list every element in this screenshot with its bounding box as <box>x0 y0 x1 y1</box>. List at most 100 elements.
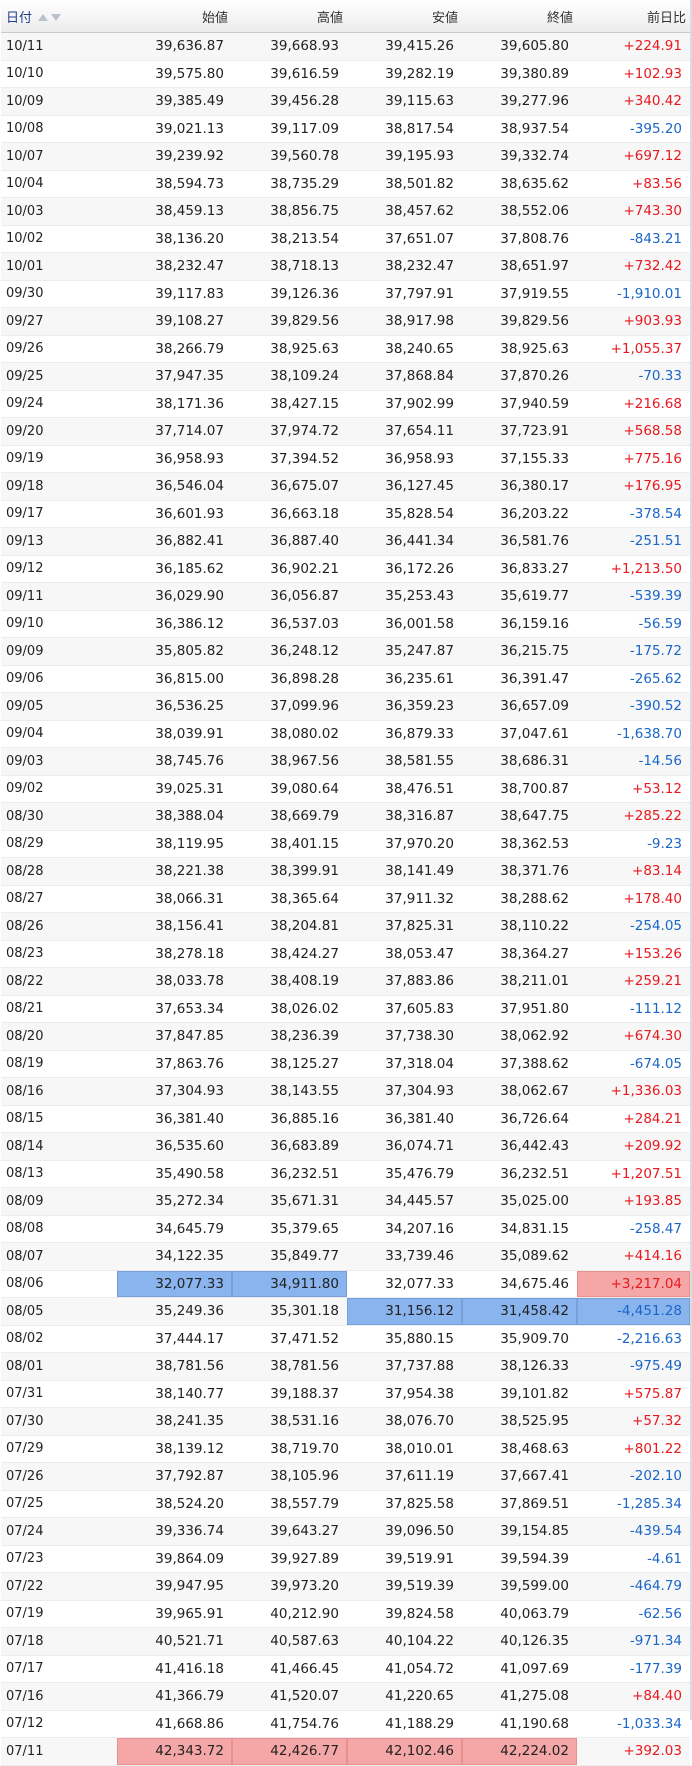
cell-open: 32,077.33 <box>117 1270 232 1298</box>
table-row: 08/30 38,388.04 38,669.79 38,316.87 38,647.7… <box>1 802 690 831</box>
cell-close: 38,362.53 <box>462 830 577 858</box>
cell-change: +392.03 <box>577 1737 690 1766</box>
sort-ascending-icon[interactable] <box>38 14 49 21</box>
sort-descending-icon[interactable] <box>51 14 62 21</box>
table-row: 08/01 38,781.56 38,781.56 37,737.88 38,126.3… <box>1 1352 690 1381</box>
cell-close: 39,594.39 <box>462 1545 577 1573</box>
column-header-change[interactable]: 前日比 <box>577 1 690 33</box>
cell-change: -1,910.01 <box>577 280 690 308</box>
cell-high: 38,925.63 <box>232 335 347 363</box>
cell-low: 31,156.12 <box>347 1297 462 1326</box>
cell-change: +83.14 <box>577 857 690 886</box>
table-row: 07/12 41,668.86 41,754.76 41,188.29 41,190.6… <box>1 1710 690 1738</box>
cell-date: 07/18 <box>1 1627 117 1656</box>
cell-close: 38,211.01 <box>462 967 577 996</box>
cell-date: 10/09 <box>1 87 117 116</box>
cell-close: 36,581.76 <box>462 527 577 556</box>
column-header-date[interactable]: 日付 <box>1 1 117 33</box>
cell-close: 37,155.33 <box>462 445 577 473</box>
cell-open: 38,139.12 <box>117 1435 232 1463</box>
cell-close: 38,288.62 <box>462 885 577 913</box>
cell-open: 42,343.72 <box>117 1737 232 1766</box>
cell-high: 38,719.70 <box>232 1435 347 1463</box>
cell-open: 36,386.12 <box>117 610 232 638</box>
cell-change: -439.54 <box>577 1517 690 1546</box>
column-header-low[interactable]: 安値 <box>347 1 462 33</box>
cell-open: 39,025.31 <box>117 775 232 803</box>
cell-open: 38,140.77 <box>117 1380 232 1408</box>
cell-close: 39,101.82 <box>462 1380 577 1408</box>
cell-high: 38,109.24 <box>232 362 347 391</box>
table-row: 09/02 39,025.31 39,080.64 38,476.51 38,700.8… <box>1 775 690 803</box>
cell-open: 38,033.78 <box>117 967 232 996</box>
cell-close: 39,605.80 <box>462 32 577 61</box>
cell-date: 09/19 <box>1 445 117 473</box>
cell-close: 38,371.76 <box>462 857 577 886</box>
cell-close: 38,364.27 <box>462 940 577 968</box>
cell-open: 41,366.79 <box>117 1682 232 1711</box>
cell-open: 40,521.71 <box>117 1627 232 1656</box>
cell-date: 07/31 <box>1 1380 117 1408</box>
cell-close: 35,089.62 <box>462 1242 577 1271</box>
cell-date: 08/08 <box>1 1215 117 1243</box>
table-row: 09/13 36,882.41 36,887.40 36,441.34 36,581.7… <box>1 527 690 556</box>
cell-low: 38,053.47 <box>347 940 462 968</box>
cell-open: 38,039.91 <box>117 720 232 748</box>
table-row: 09/17 36,601.93 36,663.18 35,828.54 36,203.2… <box>1 500 690 528</box>
cell-close: 35,619.77 <box>462 582 577 611</box>
cell-change: -4,451.28 <box>577 1297 690 1326</box>
cell-date: 10/11 <box>1 32 117 61</box>
cell-low: 39,115.63 <box>347 87 462 116</box>
cell-high: 39,560.78 <box>232 142 347 171</box>
cell-close: 38,686.31 <box>462 747 577 776</box>
cell-high: 38,408.19 <box>232 967 347 996</box>
column-header-open[interactable]: 始値 <box>117 1 232 33</box>
table-header: 日付 始値 高値 安値 終値 前日比 <box>1 1 690 33</box>
cell-open: 38,524.20 <box>117 1490 232 1518</box>
cell-close: 40,126.35 <box>462 1627 577 1656</box>
column-header-high[interactable]: 高値 <box>232 1 347 33</box>
cell-date: 07/25 <box>1 1490 117 1518</box>
cell-change: +568.58 <box>577 417 690 446</box>
cell-open: 37,947.35 <box>117 362 232 391</box>
cell-open: 36,381.40 <box>117 1105 232 1133</box>
table-row: 08/28 38,221.38 38,399.91 38,141.49 38,371.7… <box>1 857 690 886</box>
cell-low: 41,054.72 <box>347 1655 462 1683</box>
column-header-close[interactable]: 終値 <box>462 1 577 33</box>
cell-high: 38,781.56 <box>232 1352 347 1381</box>
cell-low: 36,359.23 <box>347 692 462 721</box>
cell-low: 37,738.30 <box>347 1022 462 1051</box>
cell-close: 36,391.47 <box>462 665 577 693</box>
table-row: 08/23 38,278.18 38,424.27 38,053.47 38,364.2… <box>1 940 690 968</box>
cell-low: 39,519.39 <box>347 1572 462 1601</box>
cell-high: 39,643.27 <box>232 1517 347 1546</box>
cell-low: 36,381.40 <box>347 1105 462 1133</box>
cell-change: -395.20 <box>577 115 690 143</box>
cell-open: 36,882.41 <box>117 527 232 556</box>
cell-low: 42,102.46 <box>347 1737 462 1766</box>
table-row: 08/13 35,490.58 36,232.51 35,476.79 36,232.5… <box>1 1160 690 1188</box>
cell-high: 38,856.75 <box>232 197 347 226</box>
cell-date: 08/01 <box>1 1352 117 1381</box>
cell-open: 36,536.25 <box>117 692 232 721</box>
cell-high: 39,616.59 <box>232 60 347 88</box>
cell-high: 36,248.12 <box>232 637 347 666</box>
table-row: 07/26 37,792.87 38,105.96 37,611.19 37,667.4… <box>1 1462 690 1491</box>
cell-date: 07/19 <box>1 1600 117 1628</box>
cell-open: 35,490.58 <box>117 1160 232 1188</box>
cell-change: -1,638.70 <box>577 720 690 748</box>
cell-change: +775.16 <box>577 445 690 473</box>
table-row: 09/30 39,117.83 39,126.36 37,797.91 37,919.5… <box>1 280 690 308</box>
cell-high: 42,426.77 <box>232 1737 347 1766</box>
cell-change: -14.56 <box>577 747 690 776</box>
cell-change: -674.05 <box>577 1050 690 1078</box>
cell-date: 08/26 <box>1 912 117 941</box>
cell-open: 38,232.47 <box>117 252 232 281</box>
cell-change: +1,336.03 <box>577 1077 690 1106</box>
cell-open: 38,745.76 <box>117 747 232 776</box>
cell-date: 10/02 <box>1 225 117 253</box>
cell-low: 37,318.04 <box>347 1050 462 1078</box>
cell-low: 38,476.51 <box>347 775 462 803</box>
cell-low: 37,797.91 <box>347 280 462 308</box>
cell-change: +732.42 <box>577 252 690 281</box>
